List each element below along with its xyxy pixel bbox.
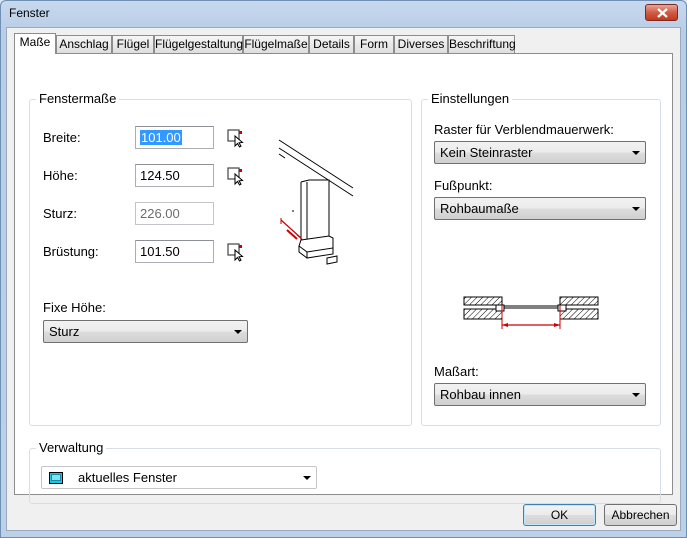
window-section-diagram	[278, 139, 354, 265]
label-fixe-hoehe: Fixe Höhe:	[43, 300, 106, 315]
tab-details[interactable]: Details	[309, 35, 354, 53]
close-button[interactable]	[645, 4, 678, 21]
label-raster: Raster für Verblendmauerwerk:	[434, 122, 614, 137]
pick-cursor-icon[interactable]	[226, 128, 246, 148]
label-sturz: Sturz:	[43, 206, 77, 221]
label-breite: Breite:	[43, 130, 81, 145]
chevron-down-icon	[632, 207, 640, 211]
ok-button[interactable]: OK	[523, 504, 596, 526]
tab-diverses[interactable]: Diverses	[394, 35, 448, 53]
label-bruestung: Brüstung:	[43, 244, 99, 259]
tab-fluegelmasse[interactable]: Flügelmaße	[243, 35, 309, 53]
verwaltung-value: aktuelles Fenster	[78, 470, 177, 485]
title-bar[interactable]: Fenster	[1, 1, 686, 25]
hoehe-input[interactable]: 124.50	[135, 164, 214, 187]
close-icon	[657, 8, 668, 18]
group-fenstermasse: Fenstermaße Breite: 101.00 Höhe: 124.50 …	[29, 91, 412, 426]
chevron-down-icon	[303, 476, 311, 480]
group-einstellungen: Einstellungen Raster für Verblendmauerwe…	[421, 91, 661, 426]
label-hoehe: Höhe:	[43, 168, 78, 183]
fixe-hoehe-value: Sturz	[49, 324, 80, 339]
dialog-window: Fenster Maße Anschlag Flügel Flügelgesta…	[0, 0, 687, 538]
tab-fluegelgestaltung[interactable]: Flügelgestaltung	[154, 35, 243, 53]
chevron-down-icon	[632, 393, 640, 397]
massart-value: Rohbau innen	[440, 387, 521, 402]
group-title-einstellungen: Einstellungen	[428, 91, 513, 106]
tab-masse[interactable]: Maße	[14, 33, 56, 54]
fixe-hoehe-select[interactable]: Sturz	[43, 320, 248, 343]
chevron-down-icon	[632, 151, 640, 155]
fusspunkt-value: Rohbaumaße	[440, 201, 519, 216]
massart-select[interactable]: Rohbau innen	[434, 383, 646, 406]
tab-form[interactable]: Form	[354, 35, 394, 53]
label-fusspunkt: Fußpunkt:	[434, 178, 493, 193]
label-massart: Maßart:	[434, 364, 479, 379]
window-title: Fenster	[9, 6, 50, 20]
chevron-down-icon	[234, 330, 242, 334]
window-icon	[49, 472, 63, 484]
verwaltung-select[interactable]: aktuelles Fenster	[41, 466, 317, 489]
group-verwaltung: Verwaltung aktuelles Fenster	[29, 440, 661, 504]
breite-value: 101.00	[140, 130, 182, 145]
raster-value: Kein Steinraster	[440, 145, 533, 160]
tab-anschlag[interactable]: Anschlag	[56, 35, 112, 53]
cancel-button[interactable]: Abbrechen	[604, 504, 677, 526]
group-title-verwaltung: Verwaltung	[36, 440, 107, 455]
tab-fluegel[interactable]: Flügel	[112, 35, 154, 53]
sturz-input: 226.00	[135, 202, 214, 225]
fusspunkt-select[interactable]: Rohbaumaße	[434, 197, 646, 220]
pick-cursor-icon[interactable]	[226, 242, 246, 262]
breite-input[interactable]: 101.00	[135, 126, 214, 149]
pick-cursor-icon[interactable]	[226, 166, 246, 186]
window-plan-diagram	[463, 296, 599, 329]
group-title-fenstermasse: Fenstermaße	[36, 91, 120, 106]
bruestung-input[interactable]: 101.50	[135, 240, 214, 263]
raster-select[interactable]: Kein Steinraster	[434, 141, 646, 164]
tab-beschriftung[interactable]: Beschriftung	[448, 35, 516, 53]
tab-panel-masse: Fenstermaße Breite: 101.00 Höhe: 124.50 …	[14, 53, 673, 504]
dialog-client: Maße Anschlag Flügel Flügelgestaltung Fl…	[6, 27, 681, 531]
